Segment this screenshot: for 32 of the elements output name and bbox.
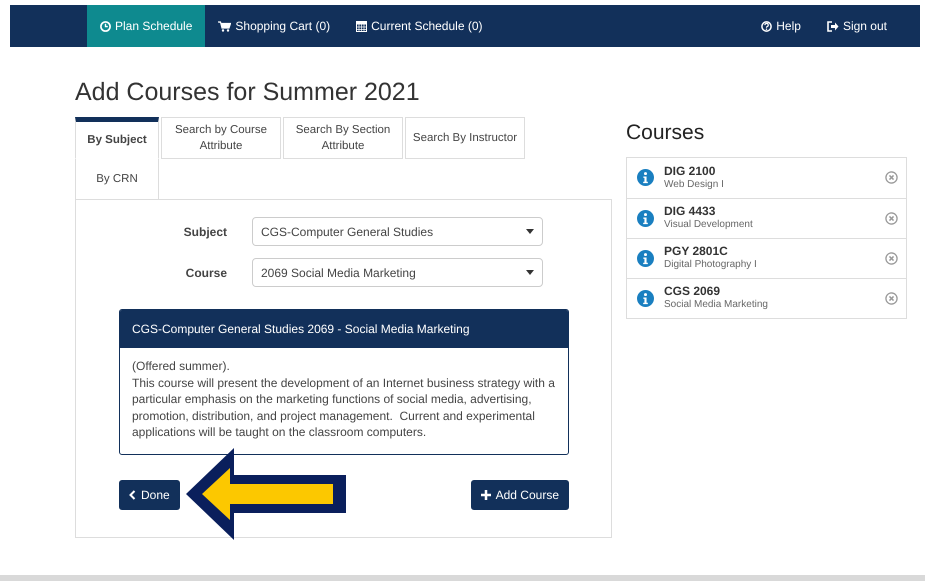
- course-code: CGS 2069: [664, 285, 722, 298]
- tab[interactable]: By CRN: [75, 158, 159, 200]
- field-label: Subject: [182, 224, 228, 240]
- course-item[interactable]: DIG 4433 Visual Development: [627, 198, 906, 238]
- tab[interactable]: By Subject: [75, 117, 159, 159]
- dropdown[interactable]: CGS-Computer General Studies: [252, 217, 543, 246]
- course-code: DIG 2100: [664, 164, 716, 178]
- course-code: PGY 2801C: [664, 245, 729, 258]
- tab[interactable]: Search By Section Attribute: [283, 117, 403, 159]
- course-name: Social Media Marketing: [664, 298, 769, 311]
- course-description: (Offered summer). This course will present the development of an Internet business strategy with a particular emphasis on the marketing functions of social media, advertising, promotion, distribution, and project management. Current and experimental applications will be taught on the classroom computers.: [131, 358, 556, 441]
- courses-heading: Courses: [626, 120, 706, 146]
- field-label: Course: [184, 264, 228, 282]
- tab[interactable]: Search by Course Attribute: [161, 117, 281, 159]
- course-item[interactable]: PGY 2801C Digital Photography I: [627, 238, 906, 278]
- course-name: Digital Photography I: [664, 258, 758, 271]
- nav-link[interactable]: Shopping Cart (0): [205, 5, 344, 47]
- dropdown[interactable]: 2069 Social Media Marketing: [252, 258, 543, 287]
- add-course-button[interactable]: Add Course: [470, 480, 569, 510]
- nav-link[interactable]: Sign out: [814, 5, 900, 47]
- course-name: Visual Development: [664, 218, 754, 231]
- course-name: Web Design I: [664, 178, 725, 190]
- nav-link[interactable]: Plan Schedule: [87, 5, 206, 47]
- nav-link[interactable]: Current Schedule (0): [343, 5, 496, 47]
- course-item[interactable]: CGS 2069 Social Media Marketing: [627, 278, 906, 318]
- nav-link[interactable]: Help: [748, 5, 814, 47]
- page-title: Add Courses for Summer 2021: [75, 77, 421, 108]
- course-item[interactable]: DIG 2100 Web Design I: [627, 158, 906, 198]
- course-code: DIG 4433: [664, 205, 716, 218]
- tab[interactable]: Search By Instructor: [405, 117, 525, 159]
- description-heading: CGS-Computer General Studies 2069 - Social Media Marketing: [120, 310, 568, 348]
- done-button[interactable]: Done: [119, 480, 180, 510]
